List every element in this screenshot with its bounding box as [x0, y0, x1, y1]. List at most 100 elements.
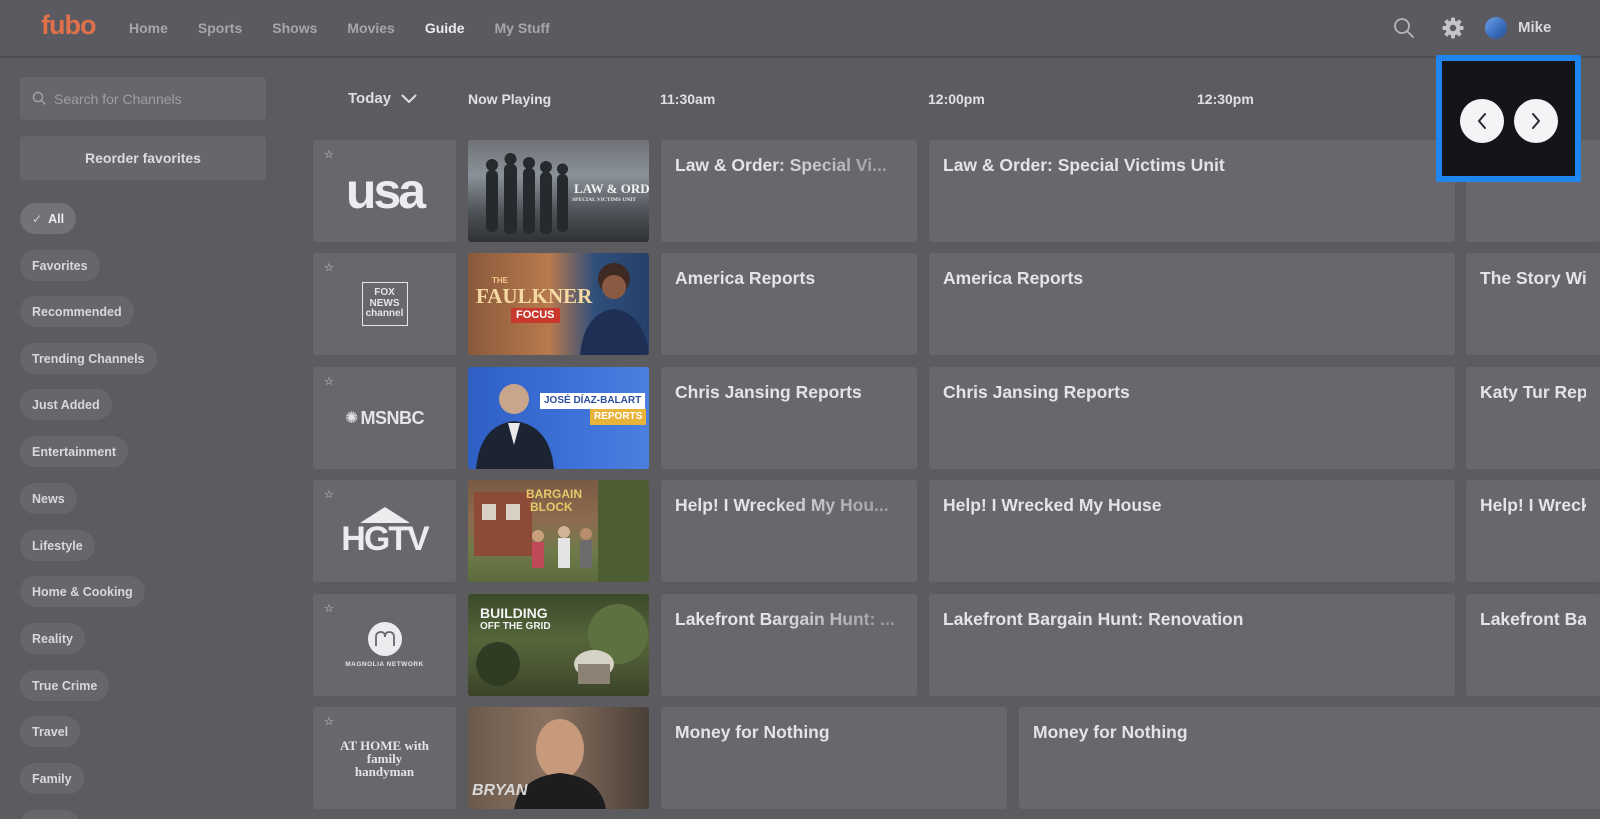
thumbnail-title: LAW & ORDER — [574, 181, 649, 196]
thumbnail-subtitle: FOCUS — [511, 308, 560, 323]
now-playing-header: Now Playing — [468, 91, 552, 107]
now-playing-thumbnail[interactable]: LAW & ORDER SPECIAL VICTIMS UNIT — [468, 140, 649, 242]
scroll-right-button[interactable] — [1514, 99, 1558, 143]
program-cell[interactable]: Chris Jansing Reports — [661, 367, 917, 469]
channel-logo-text: MSNBC — [360, 407, 424, 428]
user-name[interactable]: Mike — [1518, 19, 1551, 36]
program-cell[interactable]: America Reports — [661, 253, 917, 355]
thumbnail-title: BUILDING — [480, 605, 548, 621]
program-title: Money for Nothing — [1033, 722, 1188, 742]
program-cell[interactable]: The Story With — [1466, 253, 1600, 355]
program-cell[interactable]: Money for Nothing — [1019, 707, 1600, 809]
thumbnail-subtitle: BLOCK — [530, 500, 573, 514]
program-title: Chris Jansing Reports — [943, 382, 1130, 402]
program-title: Money for Nothing — [675, 722, 830, 742]
channel-logo: FOX NEWS channel — [313, 253, 456, 355]
now-playing-thumbnail[interactable]: BARGAIN BLOCK — [468, 480, 649, 582]
nav-movies[interactable]: Movies — [347, 20, 394, 36]
gear-icon[interactable] — [1441, 16, 1465, 40]
nav-my-stuff[interactable]: My Stuff — [495, 20, 550, 36]
thumbnail-subtitle: SPECIAL VICTIMS UNIT — [572, 197, 637, 203]
now-playing-thumbnail[interactable]: BRYAN — [468, 707, 649, 809]
top-nav: fubo Home Sports Shows Movies Guide My S… — [0, 0, 1600, 56]
now-playing-thumbnail[interactable]: JOSÉ DÍAZ-BALART REPORTS — [468, 367, 649, 469]
thumbnail-title: JOSÉ DÍAZ-BALART — [540, 393, 646, 409]
channel-logo: ✺ MSNBC — [313, 367, 456, 469]
search-icon — [32, 91, 46, 105]
program-title: Lakefront Bargain Hunt: ... — [675, 609, 895, 629]
program-title: Help! I Wreck — [1480, 495, 1586, 515]
program-title: Help! I Wrecked My House — [943, 495, 1162, 515]
program-cell[interactable]: Lakefront Barg — [1466, 594, 1600, 696]
main-nav: Home Sports Shows Movies Guide My Stuff — [129, 0, 580, 56]
time-scroll-controls — [1436, 55, 1581, 182]
program-title: Katy Tur Repo — [1480, 382, 1586, 402]
thumbnail-subtitle: REPORTS — [590, 409, 647, 425]
thumbnail-subtitle: OFF THE GRID — [480, 621, 551, 632]
peacock-icon: ✺ — [345, 410, 359, 427]
channel-logo-text: FOX NEWS channel — [365, 287, 404, 320]
program-title: America Reports — [943, 268, 1084, 288]
program-title: Chris Jansing Reports — [675, 382, 862, 402]
guide-row: ☆ AT HOME with family handyman BRYAN Mon… — [0, 707, 1600, 809]
time-header: 12:30pm — [1197, 91, 1254, 107]
channel-logo: usa — [313, 140, 456, 242]
chevron-down-icon — [401, 94, 417, 103]
chevron-left-icon — [1478, 113, 1486, 129]
program-cell[interactable]: Help! I Wreck — [1466, 480, 1600, 582]
nav-home[interactable]: Home — [129, 20, 168, 36]
channel-tile[interactable]: ☆ HGTV — [313, 480, 456, 582]
now-playing-thumbnail[interactable]: BUILDING OFF THE GRID — [468, 594, 649, 696]
filter-chip-more[interactable] — [20, 810, 80, 819]
channel-tile[interactable]: ☆ ✺ MSNBC — [313, 367, 456, 469]
channel-tile[interactable]: ☆ AT HOME with family handyman — [313, 707, 456, 809]
nav-sports[interactable]: Sports — [198, 20, 242, 36]
channel-logo-text: AT HOME with family handyman — [339, 737, 430, 779]
channel-search[interactable] — [20, 77, 266, 120]
chevron-right-icon — [1532, 113, 1540, 129]
guide-row: ☆ HGTV BARGAIN BLOCK Help! I Wrecked My … — [0, 480, 1600, 582]
search-icon[interactable] — [1393, 17, 1415, 39]
program-cell[interactable]: Chris Jansing Reports — [929, 367, 1455, 469]
time-header: 12:00pm — [928, 91, 985, 107]
nav-guide[interactable]: Guide — [425, 20, 465, 36]
program-title: Law & Order: Special Vi... — [675, 155, 887, 175]
guide-row: ☆ MAGNOLIA NETWORK BUILDING OFF THE GRID… — [0, 594, 1600, 696]
program-cell[interactable]: Law & Order: Special Vi... — [661, 140, 917, 242]
nav-shows[interactable]: Shows — [272, 20, 317, 36]
channel-logo-text: usa — [345, 163, 426, 219]
scroll-left-button[interactable] — [1460, 99, 1504, 143]
channel-logo-text: MAGNOLIA NETWORK — [345, 661, 424, 668]
channel-tile[interactable]: ☆ FOX NEWS channel — [313, 253, 456, 355]
guide-row: ☆ ✺ MSNBC JOSÉ DÍAZ-BALART REPORTS Chris… — [0, 367, 1600, 469]
channel-logo: AT HOME with family handyman — [313, 707, 456, 809]
program-cell[interactable]: Law & Order: Special Victims Unit — [929, 140, 1455, 242]
program-cell[interactable]: Help! I Wrecked My Hou... — [661, 480, 917, 582]
channel-logo: MAGNOLIA NETWORK — [313, 594, 456, 696]
day-label: Today — [348, 90, 392, 107]
program-cell[interactable]: America Reports — [929, 253, 1455, 355]
program-cell[interactable]: Help! I Wrecked My House — [929, 480, 1455, 582]
channel-tile[interactable]: ☆ MAGNOLIA NETWORK — [313, 594, 456, 696]
program-title: Help! I Wrecked My Hou... — [675, 495, 889, 515]
fubo-logo[interactable]: fubo — [41, 10, 96, 41]
channel-tile[interactable]: ☆ usa — [313, 140, 456, 242]
thumbnail-title: BARGAIN — [526, 487, 582, 501]
guide-row: ☆ FOX NEWS channel THE FAULKNER FOCUS Am… — [0, 253, 1600, 355]
now-playing-thumbnail[interactable]: THE FAULKNER FOCUS — [468, 253, 649, 355]
thumbnail-title: BRYAN — [472, 782, 528, 799]
day-selector[interactable]: Today — [348, 90, 417, 107]
search-channels-input[interactable] — [54, 77, 254, 120]
program-title: The Story With — [1480, 268, 1586, 288]
time-header: 11:30am — [660, 91, 716, 107]
avatar[interactable] — [1485, 17, 1507, 39]
guide-row: ☆ usa LAW & ORDER SPECIAL VICTIMS UNIT L… — [0, 140, 1600, 242]
program-cell[interactable]: Money for Nothing — [661, 707, 1007, 809]
program-title: America Reports — [675, 268, 816, 288]
program-title: Lakefront Barg — [1480, 609, 1586, 629]
program-cell[interactable]: Lakefront Bargain Hunt: Renovation — [929, 594, 1455, 696]
program-cell[interactable]: Katy Tur Repo — [1466, 367, 1600, 469]
program-title: Lakefront Bargain Hunt: Renovation — [943, 609, 1244, 629]
magnolia-logo-icon — [367, 622, 402, 656]
program-cell[interactable]: Lakefront Bargain Hunt: ... — [661, 594, 917, 696]
